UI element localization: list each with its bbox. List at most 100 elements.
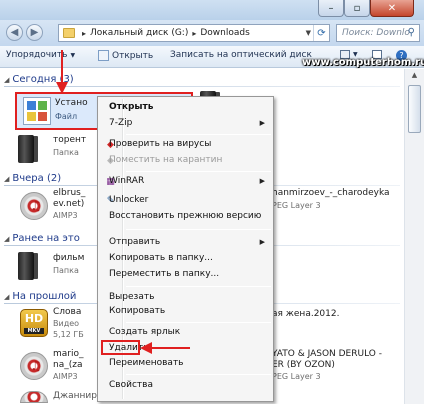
back-arrow-icon: ◀ — [10, 27, 19, 38]
file-name: ая жена.2012. — [272, 309, 340, 319]
file-type: Видео — [53, 319, 80, 328]
burn-button[interactable]: Записать на оптический диск — [170, 50, 312, 60]
watermark: www.computerhom.ru — [302, 57, 424, 68]
menu-item-label: Проверить на вирусы — [109, 139, 212, 149]
menu-item-label: Копировать в папку... — [109, 253, 213, 263]
forward-button[interactable]: ▶ — [26, 24, 43, 41]
menu-item-copy-to-folder[interactable]: Копировать в папку... — [101, 251, 271, 267]
breadcrumb-downloads[interactable]: Downloads — [200, 28, 249, 38]
collapse-triangle-icon[interactable]: ◢ — [4, 76, 9, 84]
open-icon — [98, 50, 109, 61]
file-type: AIMP3 — [53, 211, 78, 220]
menu-separator — [126, 134, 271, 135]
file-type: Папка — [53, 266, 79, 275]
menu-item-copy[interactable]: Копировать — [101, 304, 271, 320]
menu-item-label: Вырезать — [109, 292, 155, 302]
file-name-line2: ER (BY OZON) — [272, 360, 335, 370]
title-bar: – ▫ ✕ — [0, 0, 424, 20]
breadcrumb-drive[interactable]: Локальный диск (G:) — [90, 28, 188, 38]
menu-item-restore-version[interactable]: Восстановить прежнюю версию — [101, 209, 271, 225]
collapse-triangle-icon[interactable]: ◢ — [4, 175, 9, 183]
folder-icon — [18, 252, 34, 280]
minimize-icon: – — [328, 2, 334, 14]
file-type: Файл — [55, 112, 78, 121]
burn-label: Записать на оптический диск — [170, 50, 312, 60]
menu-item-label: Переименовать — [109, 358, 184, 368]
menu-item-send-to[interactable]: Отправить ▶ — [101, 235, 271, 251]
menu-separator — [126, 171, 271, 172]
address-row: ◀ ▶ ▸ Локальный диск (G:) ▸ Downloads ▼ … — [0, 20, 424, 46]
menu-item-label: Отправить — [109, 237, 161, 247]
context-menu: Открыть 7-Zip ▶ ◆ Проверить на вирусы ◆ Пом… — [97, 96, 274, 402]
submenu-arrow-icon: ▶ — [259, 177, 265, 185]
organize-button[interactable]: Упорядочить ▼ — [6, 50, 75, 60]
menu-item-rename[interactable]: Переименовать — [101, 356, 271, 372]
organize-label: Упорядочить — [6, 50, 68, 60]
refresh-button[interactable]: ⟳ — [313, 25, 329, 41]
menu-item-label: Свойства — [109, 380, 153, 390]
file-type: PEG Layer 3 — [272, 201, 321, 210]
group-header-yesterday[interactable]: ◢ Вчера (2) — [4, 173, 400, 186]
forward-arrow-icon: ▶ — [30, 27, 39, 38]
history-dropdown-icon[interactable]: ▼ — [306, 29, 311, 37]
menu-item-7zip[interactable]: 7-Zip ▶ — [101, 116, 271, 132]
search-placeholder: Поиск: Downlo — [342, 28, 410, 38]
menu-item-quarantine[interactable]: ◆ Поместить на карантин — [101, 153, 271, 169]
menu-item-winrar[interactable]: ▦ WinRAR ▶ — [101, 174, 271, 190]
search-box[interactable]: Поиск: Downlo ⚲ — [336, 24, 420, 42]
close-icon: ✕ — [387, 2, 397, 14]
menu-item-properties[interactable]: Свойства — [101, 378, 271, 394]
audio-file-icon — [20, 391, 48, 403]
group-header-earlier[interactable]: ◢ Ранее на это — [4, 233, 400, 246]
delete-highlight-box — [101, 340, 140, 355]
file-name: торент — [53, 135, 87, 145]
open-button[interactable]: Открыть — [98, 50, 153, 61]
submenu-arrow-icon: ▶ — [259, 119, 265, 127]
breadcrumb-separator-icon: ▸ — [192, 28, 197, 38]
folder-icon — [18, 135, 34, 163]
file-type: Папка — [53, 148, 79, 157]
minimize-button[interactable]: – — [318, 0, 344, 17]
menu-item-label: Копировать — [109, 306, 166, 316]
group-label: Вчера (2) — [12, 173, 62, 184]
collapse-triangle-icon[interactable]: ◢ — [4, 235, 9, 243]
menu-separator — [126, 322, 271, 323]
file-name: mario_ — [53, 349, 84, 359]
file-type: PEG Layer 3 — [272, 372, 321, 381]
audio-file-icon: ♫ — [20, 192, 48, 220]
group-header-last-week[interactable]: ◢ На прошлой — [4, 291, 400, 304]
submenu-arrow-icon: ▶ — [259, 238, 265, 246]
audio-file-icon: ♫ — [20, 352, 48, 380]
menu-item-create-shortcut[interactable]: Создать ярлык — [101, 325, 271, 341]
group-header-today[interactable]: ◢ Сегодня (3) — [4, 74, 400, 87]
group-label: Сегодня (3) — [12, 74, 74, 85]
menu-item-label: 7-Zip — [109, 118, 133, 128]
menu-item-label: Открыть — [109, 102, 154, 112]
file-type: AIMP3 — [53, 372, 78, 381]
close-button[interactable]: ✕ — [370, 0, 414, 17]
file-name: Устано — [55, 98, 88, 108]
group-label: На прошлой — [12, 291, 77, 302]
menu-item-open[interactable]: Открыть — [101, 100, 271, 116]
file-size: 5,12 ГБ — [53, 330, 84, 339]
file-name: elbrus_ — [53, 188, 86, 198]
menu-separator — [126, 374, 271, 375]
collapse-triangle-icon[interactable]: ◢ — [4, 293, 9, 301]
group-label: Ранее на это — [12, 233, 80, 244]
menu-item-unlocker[interactable]: ✎ Unlocker — [101, 193, 271, 209]
menu-item-move-to-folder[interactable]: Переместить в папку... — [101, 267, 271, 283]
vertical-scrollbar[interactable]: ▲ — [404, 69, 424, 404]
scroll-thumb[interactable] — [408, 85, 421, 133]
menu-item-label: Переместить в папку... — [109, 269, 220, 279]
back-button[interactable]: ◀ — [6, 24, 23, 41]
search-icon[interactable]: ⚲ — [408, 27, 415, 38]
address-bar[interactable]: ▸ Локальный диск (G:) ▸ Downloads ▼ ⟳ — [58, 24, 330, 42]
breadcrumb-separator-icon: ▸ — [82, 28, 87, 38]
menu-item-scan-virus[interactable]: ◆ Проверить на вирусы — [101, 137, 271, 153]
menu-item-label: WinRAR — [109, 176, 145, 186]
maximize-icon: ▫ — [353, 2, 361, 14]
scroll-up-icon[interactable]: ▲ — [408, 71, 421, 84]
chevron-down-icon: ▼ — [70, 51, 76, 59]
file-name: фильм — [53, 253, 85, 263]
maximize-button[interactable]: ▫ — [344, 0, 370, 17]
